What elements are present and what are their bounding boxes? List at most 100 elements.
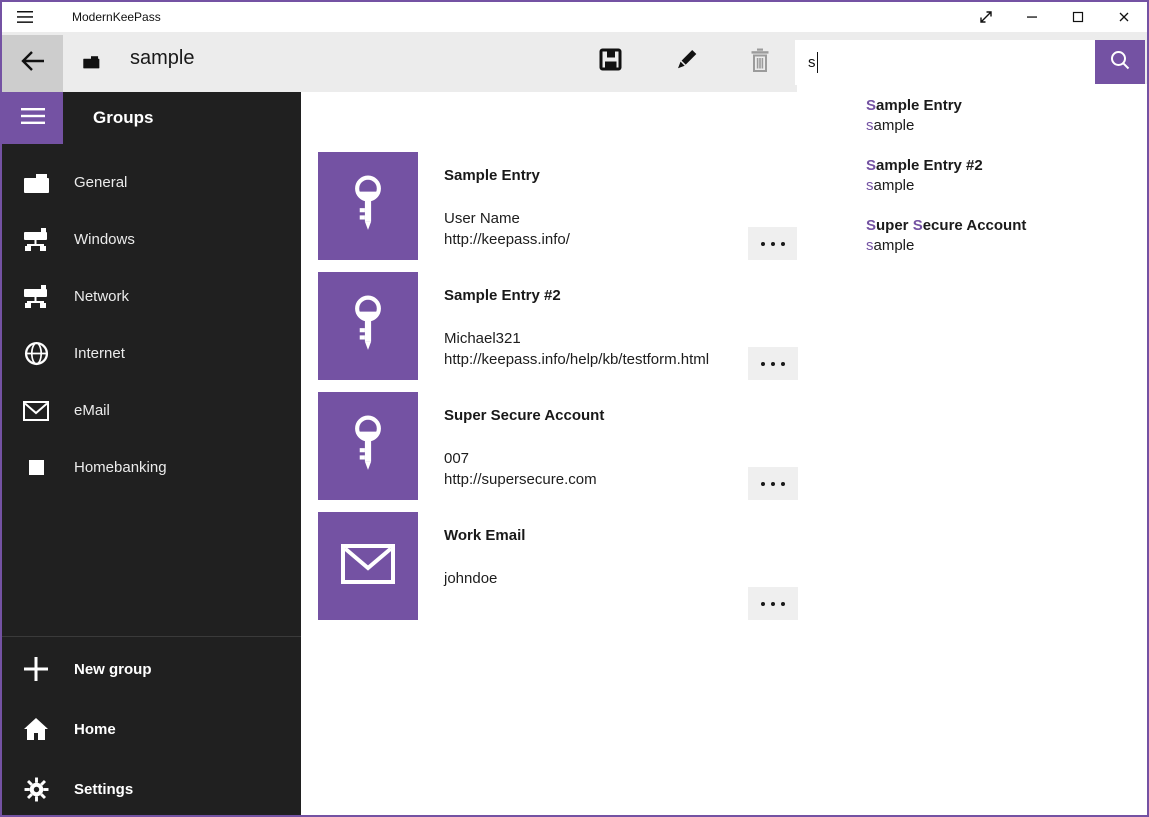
sidebar-item-label: Windows <box>74 231 135 248</box>
suggestion-group: sample <box>866 236 1147 256</box>
hamburger-icon <box>21 107 45 130</box>
plus-icon <box>22 656 50 682</box>
sidebar-item-label: Homebanking <box>74 459 167 476</box>
app-window: ModernKeePass sample <box>0 0 1149 817</box>
entry-row-super-secure-account[interactable]: Super Secure Account 007 http://supersec… <box>318 392 878 500</box>
sidebar-item-network[interactable]: Network <box>2 268 301 325</box>
envelope-icon <box>341 544 395 589</box>
entry-url: http://keepass.info/ <box>444 229 570 250</box>
entry-title: Sample Entry <box>444 166 570 186</box>
entry-more-button[interactable] <box>748 587 798 620</box>
home-button[interactable]: Home <box>2 699 301 759</box>
delete-button[interactable] <box>736 38 784 86</box>
sidebar-item-homebanking[interactable]: Homebanking <box>2 439 301 496</box>
suggestion-title: Sample Entry #2 <box>866 156 1147 176</box>
entry-username: Michael321 <box>444 328 709 349</box>
footer-item-label: Home <box>74 721 116 738</box>
entry-more-button[interactable] <box>748 467 798 500</box>
network-icon <box>22 285 50 309</box>
entry-row-sample-entry-2[interactable]: Sample Entry #2 Michael321 http://keepas… <box>318 272 878 380</box>
search-button[interactable] <box>1095 40 1145 85</box>
suggestion-title: Sample Entry <box>866 96 1147 116</box>
sidebar: Groups General Windows Network <box>2 92 301 815</box>
database-folder-icon <box>82 54 100 75</box>
sidebar-item-internet[interactable]: Internet <box>2 325 301 382</box>
sidebar-divider <box>2 636 301 637</box>
entry-title: Sample Entry #2 <box>444 286 709 306</box>
entry-username: johndoe <box>444 568 525 589</box>
text-cursor <box>817 52 818 73</box>
entry-more-button[interactable] <box>748 227 798 260</box>
settings-button[interactable]: Settings <box>2 759 301 817</box>
network-icon <box>22 228 50 252</box>
nav-toggle-button[interactable] <box>2 92 63 144</box>
entry-tile <box>318 512 418 620</box>
entry-text: Work Email johndoe <box>444 512 525 589</box>
edit-button[interactable] <box>662 38 710 86</box>
sidebar-item-label: Internet <box>74 345 125 362</box>
window-controls <box>963 2 1147 32</box>
search-suggestions: Sample Entry sample Sample Entry #2 samp… <box>797 84 1147 292</box>
entry-username: User Name <box>444 208 570 229</box>
entry-url: http://keepass.info/help/kb/testform.htm… <box>444 349 709 370</box>
footer-item-label: Settings <box>74 781 133 798</box>
entry-more-button[interactable] <box>748 347 798 380</box>
key-icon <box>345 414 391 479</box>
entry-tile <box>318 392 418 500</box>
back-arrow-icon <box>20 48 46 79</box>
entry-text: Super Secure Account 007 http://supersec… <box>444 392 604 490</box>
suggestion-item[interactable]: Sample Entry #2 sample <box>797 156 1147 216</box>
home-icon <box>22 717 50 741</box>
group-list: General Windows Network Internet <box>2 154 301 496</box>
maximize-button[interactable] <box>1055 2 1101 32</box>
entry-row-sample-entry[interactable]: Sample Entry User Name http://keepass.in… <box>318 152 878 260</box>
trash-icon <box>750 48 770 77</box>
suggestion-item[interactable]: Super Secure Account sample <box>797 216 1147 276</box>
square-icon <box>22 460 50 475</box>
search-box <box>795 40 1095 85</box>
titlebar: ModernKeePass <box>2 2 1147 32</box>
back-button[interactable] <box>2 35 63 92</box>
save-button[interactable] <box>586 38 634 86</box>
entry-url: http://supersecure.com <box>444 469 604 490</box>
app-bar: sample <box>2 32 1147 92</box>
suggestion-group: sample <box>866 116 1147 136</box>
suggestion-group: sample <box>866 176 1147 196</box>
envelope-icon <box>22 401 50 421</box>
database-title: sample <box>130 47 194 70</box>
entry-tile <box>318 272 418 380</box>
pencil-icon <box>674 48 698 77</box>
gear-icon <box>22 777 50 802</box>
key-icon <box>345 174 391 239</box>
close-button[interactable] <box>1101 2 1147 32</box>
sidebar-item-label: eMail <box>74 402 110 419</box>
entry-row-work-email[interactable]: Work Email johndoe <box>318 512 878 620</box>
entry-text: Sample Entry User Name http://keepass.in… <box>444 152 570 250</box>
sidebar-footer: New group Home Settings <box>2 639 301 817</box>
sidebar-item-general[interactable]: General <box>2 154 301 211</box>
save-icon <box>599 48 622 76</box>
hamburger-icon[interactable] <box>16 10 34 24</box>
groups-heading: Groups <box>93 92 153 144</box>
sidebar-item-windows[interactable]: Windows <box>2 211 301 268</box>
sidebar-item-label: General <box>74 174 127 191</box>
suggestion-title: Super Secure Account <box>866 216 1147 236</box>
globe-icon <box>22 341 50 366</box>
fullscreen-button[interactable] <box>963 2 1009 32</box>
search-input[interactable] <box>795 40 1095 85</box>
sidebar-item-label: Network <box>74 288 129 305</box>
entry-username: 007 <box>444 448 604 469</box>
entry-title: Work Email <box>444 526 525 546</box>
minimize-button[interactable] <box>1009 2 1055 32</box>
key-icon <box>345 294 391 359</box>
sidebar-item-email[interactable]: eMail <box>2 382 301 439</box>
app-title: ModernKeePass <box>72 2 161 32</box>
entry-title: Super Secure Account <box>444 406 604 426</box>
magnifier-icon <box>1109 49 1131 76</box>
folder-icon <box>22 171 50 195</box>
entry-tile <box>318 152 418 260</box>
new-group-button[interactable]: New group <box>2 639 301 699</box>
entry-text: Sample Entry #2 Michael321 http://keepas… <box>444 272 709 370</box>
footer-item-label: New group <box>74 661 152 678</box>
suggestion-item[interactable]: Sample Entry sample <box>797 96 1147 156</box>
